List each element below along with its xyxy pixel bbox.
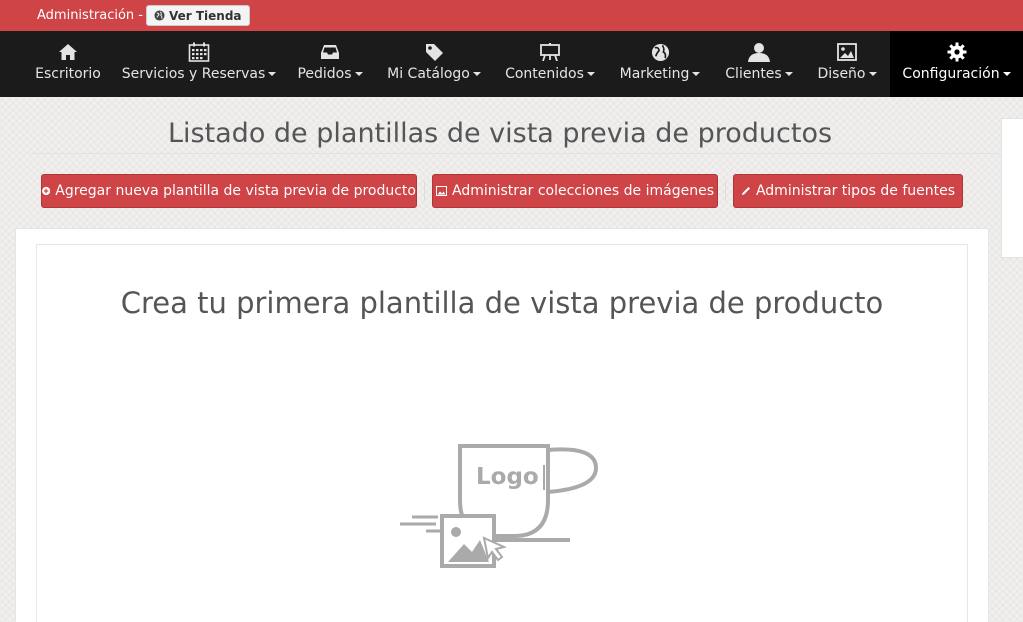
nav-label: Configuración [902,66,1000,82]
nav-label: Diseño [817,66,866,82]
picture-icon [435,186,447,196]
nav-item-diseno[interactable]: Diseño [812,31,882,97]
nav-label: Escritorio [35,66,101,82]
inbox-icon [321,45,339,59]
add-template-label: Agregar nueva plantilla de vista previa … [55,183,416,199]
nav-item-servicios[interactable]: Servicios y Reservas [121,31,277,97]
caret-down-icon [868,72,877,76]
empty-state-title: Crea tu primera plantilla de vista previ… [120,286,884,320]
caret-down-icon [354,72,363,76]
user-icon [748,43,770,62]
nav-item-pedidos[interactable]: Pedidos [292,31,368,97]
nav-item-catalogo[interactable]: Mi Catálogo [385,31,483,97]
page-title: Listado de plantillas de vista previa de… [167,118,833,149]
nav-label: Contenidos [505,66,584,82]
manage-collections-button[interactable]: Administrar colecciones de imágenes [432,174,718,208]
caret-down-icon [268,72,277,76]
tag-icon [426,44,443,61]
caret-down-icon [472,72,481,76]
view-store-label: Ver Tienda [169,8,242,23]
main-nav: Escritorio Servicios y Reservas Pedidos … [0,31,1023,97]
manage-fonts-label: Administrar tipos de fuentes [755,183,956,199]
globe-icon [651,43,669,61]
add-template-button[interactable]: Agregar nueva plantilla de vista previa … [41,174,417,208]
nav-item-configuracion[interactable]: Configuración [890,31,1023,97]
nav-label: Pedidos [297,66,352,82]
logo-text: Logo [476,464,539,490]
nav-label: Servicios y Reservas [121,66,266,82]
nav-item-escritorio[interactable]: Escritorio [30,31,106,97]
home-icon [59,44,77,60]
caret-down-icon [784,72,793,76]
side-panel [1001,118,1023,258]
admin-label: Administración - [37,8,143,23]
title-divider [30,153,1000,154]
gear-icon [947,42,966,62]
nav-label: Mi Catálogo [387,66,470,82]
nav-label: Marketing [619,66,690,82]
admin-bar: Administración - Ver Tienda [0,0,1023,31]
globe-icon [154,10,165,21]
plus-circle-icon [42,186,51,196]
nav-item-marketing[interactable]: Marketing [616,31,704,97]
manage-fonts-button[interactable]: Administrar tipos de fuentes [733,174,963,208]
view-store-button[interactable]: Ver Tienda [146,5,250,26]
picture-icon [837,43,857,61]
button-separator [424,181,425,201]
manage-collections-label: Administrar colecciones de imágenes [451,183,714,199]
calendar-icon [188,42,210,62]
mug-preview-illustration: Logo [400,444,599,568]
pencil-icon [741,187,750,195]
caret-down-icon [1002,72,1011,76]
nav-label: Clientes [725,66,782,82]
caret-down-icon [586,72,595,76]
easel-icon [540,43,560,61]
caret-down-icon [692,72,701,76]
nav-item-clientes[interactable]: Clientes [722,31,796,97]
button-separator [725,181,726,201]
nav-item-contenidos[interactable]: Contenidos [502,31,598,97]
